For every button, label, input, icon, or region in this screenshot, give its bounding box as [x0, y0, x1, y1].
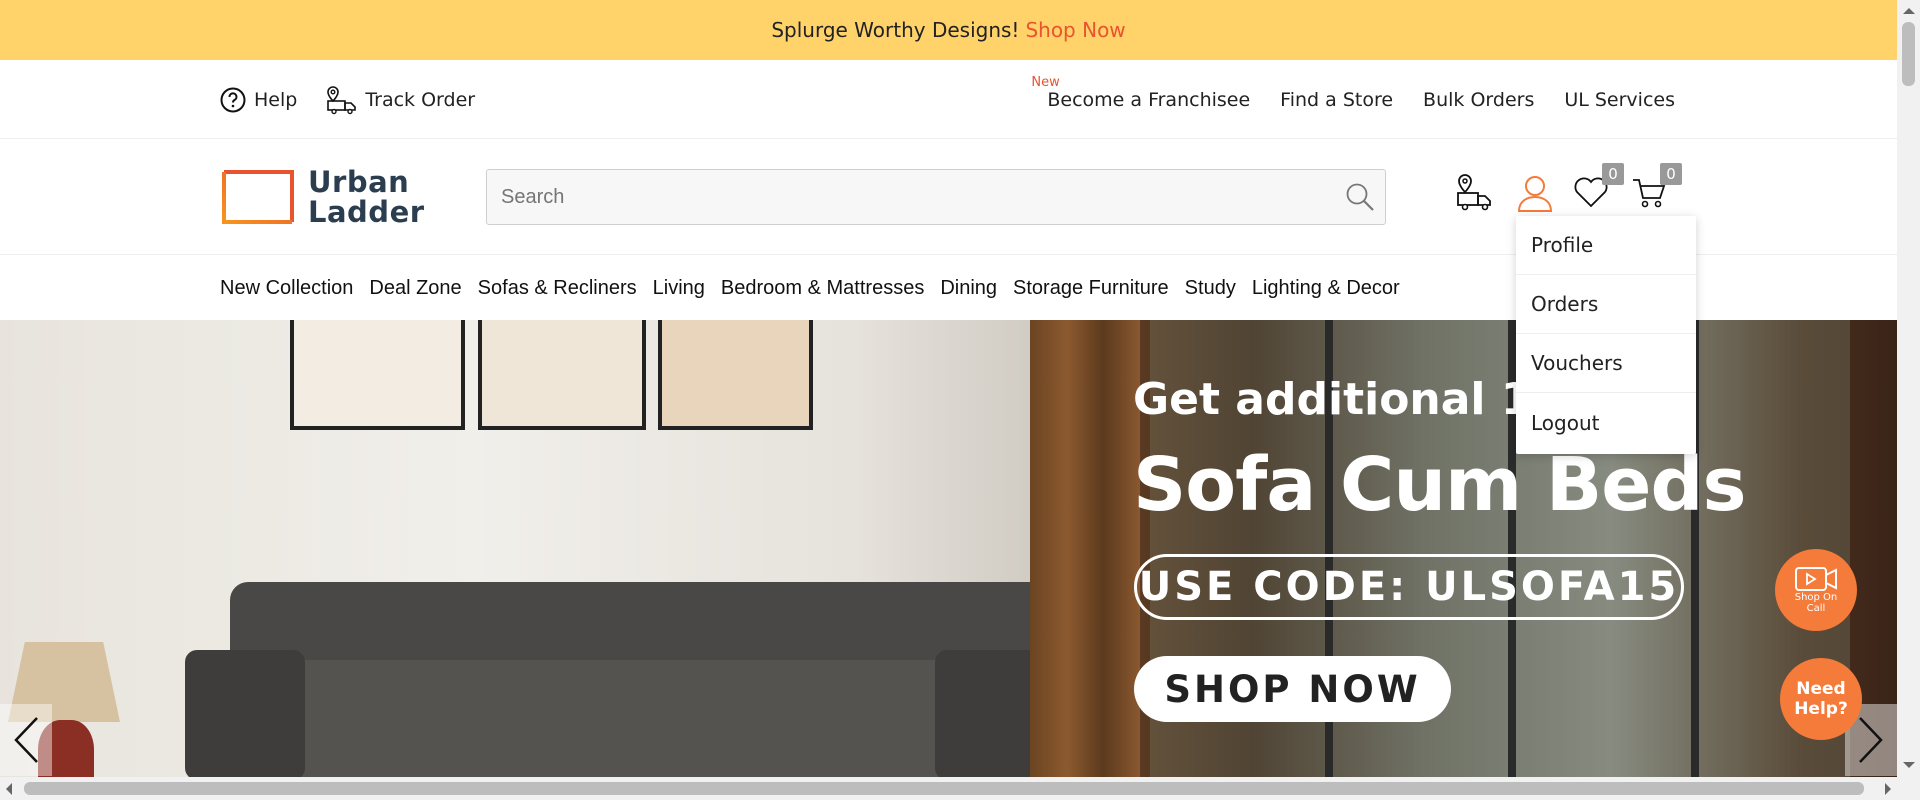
find-a-store-link[interactable]: Find a Store — [1280, 89, 1393, 111]
vertical-scrollbar[interactable] — [1897, 0, 1920, 800]
nav-sofas-recliners[interactable]: Sofas & Recliners — [478, 277, 637, 300]
nav-lighting-decor[interactable]: Lighting & Decor — [1252, 277, 1400, 300]
bulk-orders-link[interactable]: Bulk Orders — [1423, 89, 1534, 111]
shop-on-call-button[interactable]: Shop On Call — [1775, 549, 1857, 631]
scroll-right-arrow-icon[interactable] — [1885, 783, 1897, 795]
promo-text: Splurge Worthy Designs! — [771, 18, 1020, 42]
store-locator-button[interactable] — [1454, 173, 1498, 217]
become-franchisee-link[interactable]: New Become a Franchisee — [1031, 75, 1251, 111]
horizontal-scroll-thumb[interactable] — [24, 782, 1864, 795]
sofa-arm-image — [185, 650, 305, 777]
wall-art-frame — [290, 320, 465, 430]
user-icon — [1517, 176, 1553, 212]
track-order-icon — [327, 85, 357, 114]
search-input[interactable] — [487, 170, 1335, 224]
wall-art-frame — [478, 320, 646, 430]
sofa-seat-image — [200, 660, 1040, 777]
vertical-scroll-thumb[interactable] — [1902, 22, 1915, 86]
account-dropdown-menu: Profile Orders Vouchers Logout — [1516, 216, 1696, 454]
search-icon — [1346, 183, 1374, 211]
need-help-line1: Need — [1796, 679, 1846, 699]
account-button[interactable] — [1515, 173, 1559, 217]
hero-title: Sofa Cum Beds — [1133, 442, 1746, 528]
menu-item-vouchers[interactable]: Vouchers — [1516, 334, 1696, 393]
logo-line2: Ladder — [308, 195, 425, 229]
curtain-image — [1030, 320, 1140, 777]
become-franchisee-label: Become a Franchisee — [1047, 88, 1251, 111]
logo-wordmark: Urban Ladder — [308, 167, 425, 227]
wall-art-frame — [658, 320, 813, 430]
nav-storage-furniture[interactable]: Storage Furniture — [1013, 277, 1169, 300]
help-icon — [220, 87, 246, 112]
hero-shop-now-button[interactable]: SHOP NOW — [1134, 656, 1451, 722]
nav-new-collection[interactable]: New Collection — [220, 277, 353, 300]
cart-count-badge: 0 — [1660, 163, 1682, 185]
new-badge: New — [1031, 74, 1060, 90]
wishlist-count-badge: 0 — [1602, 163, 1624, 185]
cart-button[interactable]: 0 — [1630, 163, 1682, 217]
logo-line1: Urban — [308, 165, 410, 199]
chevron-left-icon — [14, 717, 38, 763]
track-order-label: Track Order — [365, 88, 476, 111]
help-label: Help — [254, 88, 298, 111]
scroll-left-arrow-icon[interactable] — [0, 783, 12, 795]
store-delivery-icon — [1457, 174, 1491, 211]
nav-dining[interactable]: Dining — [940, 277, 997, 300]
urban-ladder-logo[interactable]: Urban Ladder — [222, 167, 425, 227]
scroll-down-arrow-icon[interactable] — [1903, 762, 1915, 774]
menu-item-profile[interactable]: Profile — [1516, 216, 1696, 275]
utility-bar: Help Track Order New Become a Franchisee… — [0, 60, 1897, 139]
nav-study[interactable]: Study — [1185, 277, 1236, 300]
logo-mark-icon — [222, 170, 294, 224]
need-help-line2: Help? — [1794, 699, 1848, 719]
nav-bedroom-mattresses[interactable]: Bedroom & Mattresses — [721, 277, 924, 300]
menu-item-orders[interactable]: Orders — [1516, 275, 1696, 334]
utility-right: New Become a Franchisee Find a Store Bul… — [1031, 60, 1675, 139]
track-order-link[interactable]: Track Order — [325, 85, 475, 115]
hero-promo-code: USE CODE: ULSOFA15 — [1134, 554, 1684, 620]
video-call-icon — [1795, 567, 1837, 591]
nav-deal-zone[interactable]: Deal Zone — [369, 277, 461, 300]
scroll-up-arrow-icon[interactable] — [1903, 2, 1915, 14]
promo-shop-now-link[interactable]: Shop Now — [1025, 18, 1125, 42]
need-help-button[interactable]: Need Help? — [1780, 658, 1862, 740]
ul-services-link[interactable]: UL Services — [1564, 89, 1675, 111]
utility-left: Help Track Order — [220, 60, 475, 139]
search-button[interactable] — [1335, 170, 1385, 224]
menu-item-logout[interactable]: Logout — [1516, 393, 1696, 452]
help-link[interactable]: Help — [220, 87, 297, 113]
horizontal-scrollbar[interactable] — [0, 777, 1897, 800]
carousel-prev-button[interactable] — [0, 704, 52, 776]
search-bar — [486, 169, 1386, 225]
chevron-right-icon — [1859, 717, 1883, 763]
wishlist-button[interactable]: 0 — [1572, 163, 1624, 217]
nav-living[interactable]: Living — [653, 277, 705, 300]
shop-on-call-label: Shop On Call — [1794, 592, 1838, 614]
promo-bar: Splurge Worthy Designs! Shop Now — [0, 0, 1897, 60]
